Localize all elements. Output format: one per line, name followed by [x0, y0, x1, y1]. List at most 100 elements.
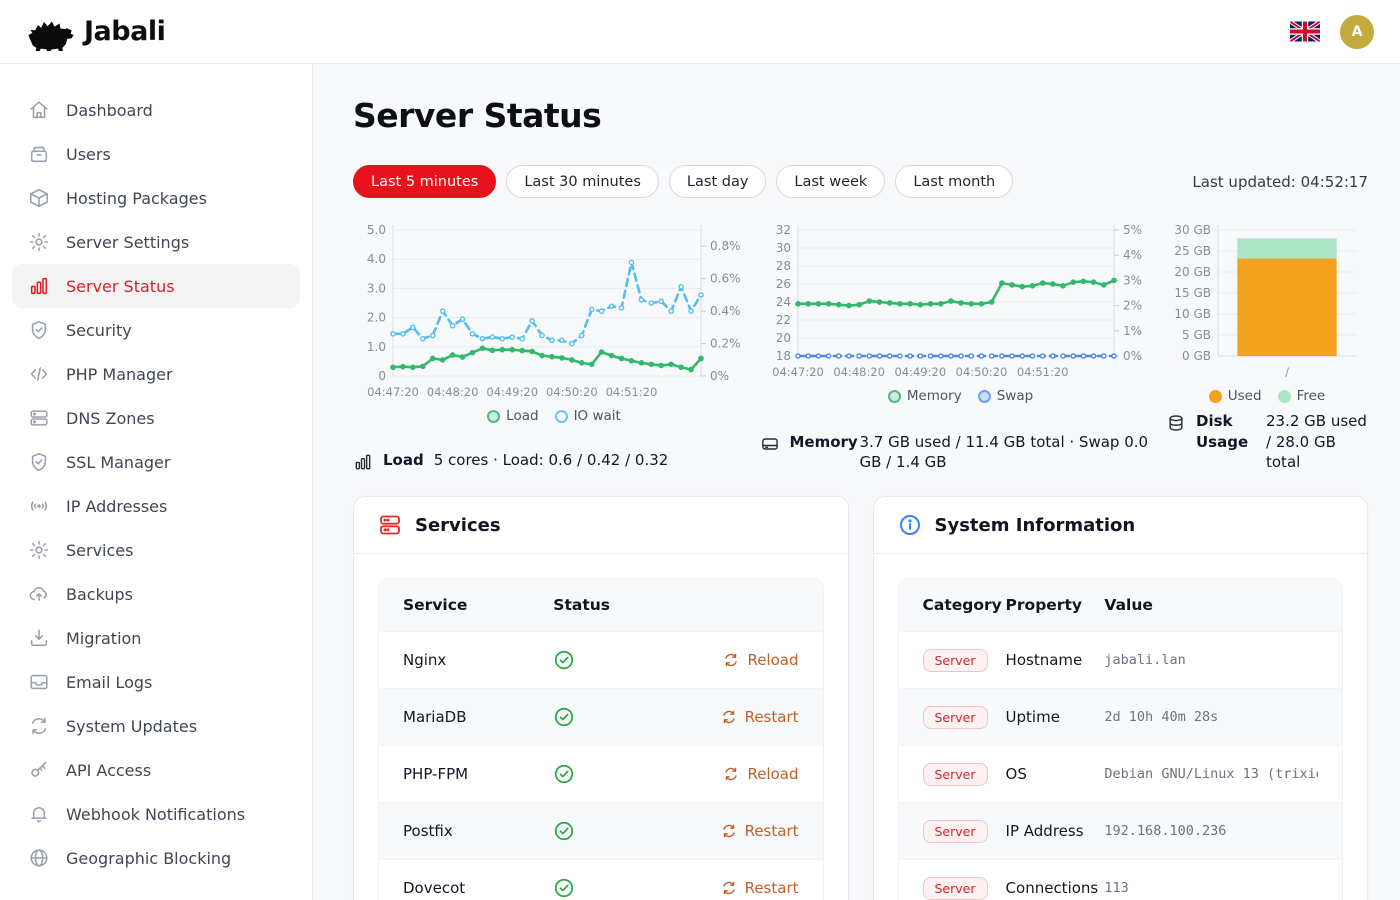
time-filter-last-day[interactable]: Last day — [669, 165, 766, 198]
svg-text:04:49:20: 04:49:20 — [894, 365, 946, 379]
sidebar-item-dashboard[interactable]: Dashboard — [12, 88, 300, 132]
sidebar-item-ssl-manager[interactable]: SSL Manager — [12, 440, 300, 484]
stat-label: Disk Usage — [1196, 411, 1256, 452]
time-filter-last-5-minutes[interactable]: Last 5 minutes — [353, 165, 496, 198]
sidebar-item-backups[interactable]: Backups — [12, 572, 300, 616]
language-flag-uk[interactable] — [1290, 21, 1320, 42]
sidebar-item-dns-zones[interactable]: DNS Zones — [12, 396, 300, 440]
sysinfo-value: 2d 10h 40m 28s — [1104, 709, 1318, 725]
load-icon — [353, 452, 373, 472]
status-ok-icon — [553, 877, 575, 899]
svg-text:04:47:20: 04:47:20 — [367, 385, 419, 399]
sidebar-item-ip-addresses[interactable]: IP Addresses — [12, 484, 300, 528]
sidebar-item-migration[interactable]: Migration — [12, 616, 300, 660]
sidebar-item-security[interactable]: Security — [12, 308, 300, 352]
svg-text:3%: 3% — [1123, 273, 1142, 287]
svg-text:30 GB: 30 GB — [1174, 223, 1211, 237]
shield-check-icon — [28, 319, 50, 341]
gear-icon — [28, 539, 50, 561]
reload-php-fpm-button[interactable]: Reload — [723, 765, 798, 783]
category-badge: Server — [923, 877, 988, 900]
memory-icon — [760, 434, 780, 454]
restart-postfix-button[interactable]: Restart — [721, 822, 799, 840]
sidebar-item-services[interactable]: Services — [12, 528, 300, 572]
download-icon — [28, 627, 50, 649]
svg-text:20: 20 — [775, 331, 790, 345]
service-action-label: Restart — [745, 879, 799, 897]
sidebar-item-server-settings[interactable]: Server Settings — [12, 220, 300, 264]
boar-logo-icon — [26, 13, 74, 51]
sidebar-item-server-status[interactable]: Server Status — [12, 264, 300, 308]
bar-chart-icon — [28, 275, 50, 297]
legend-io-wait: IO wait — [555, 408, 621, 424]
svg-text:32: 32 — [775, 223, 790, 237]
refresh-icon — [723, 766, 739, 782]
shield-check-icon — [28, 451, 50, 473]
sidebar-item-label: Geographic Blocking — [66, 849, 231, 868]
legend-used: Used — [1209, 388, 1262, 404]
time-filter-last-month[interactable]: Last month — [895, 165, 1013, 198]
sidebar-item-label: IP Addresses — [66, 497, 167, 516]
svg-text:0.2%: 0.2% — [710, 337, 741, 351]
sidebar-item-api-access[interactable]: API Access — [12, 748, 300, 792]
svg-text:30: 30 — [775, 241, 790, 255]
sidebar: Dashboard Users Hosting Packages Server … — [0, 64, 313, 900]
main-content: Server Status Last 5 minutes Last 30 min… — [313, 64, 1400, 900]
sysinfo-row: Server Hostname jabali.lan — [899, 631, 1343, 688]
sidebar-item-label: Security — [66, 321, 132, 340]
sidebar-item-webhook-notifications[interactable]: Webhook Notifications — [12, 792, 300, 836]
memory-stat: Memory3.7 GB used / 11.4 GB total · Swap… — [760, 432, 1162, 473]
svg-text:15 GB: 15 GB — [1174, 286, 1211, 300]
time-filter-last-30-minutes[interactable]: Last 30 minutes — [506, 165, 659, 198]
category-badge: Server — [923, 763, 988, 786]
globe-icon — [28, 847, 50, 869]
sidebar-item-users[interactable]: Users — [12, 132, 300, 176]
restart-mariadb-button[interactable]: Restart — [721, 708, 799, 726]
reload-nginx-button[interactable]: Reload — [723, 651, 798, 669]
service-name: PHP-FPM — [403, 765, 553, 783]
sysinfo-value: Debian GNU/Linux 13 (trixie) — [1104, 766, 1318, 782]
service-action-label: Reload — [747, 765, 798, 783]
svg-text:5 GB: 5 GB — [1182, 328, 1211, 342]
sidebar-item-system-updates[interactable]: System Updates — [12, 704, 300, 748]
status-ok-icon — [553, 763, 575, 785]
sidebar-item-email-logs[interactable]: Email Logs — [12, 660, 300, 704]
refresh-icon — [723, 652, 739, 668]
code-icon — [28, 363, 50, 385]
sidebar-item-label: System Updates — [66, 717, 197, 736]
services-icon — [378, 513, 402, 537]
service-action-label: Restart — [745, 708, 799, 726]
top-header: Jabali A — [0, 0, 1400, 64]
user-avatar[interactable]: A — [1340, 15, 1374, 49]
sidebar-item-hosting-packages[interactable]: Hosting Packages — [12, 176, 300, 220]
package-icon — [28, 187, 50, 209]
time-range-filters: Last 5 minutes Last 30 minutes Last day … — [353, 165, 1368, 198]
sidebar-item-label: Services — [66, 541, 133, 560]
sysinfo-property: Uptime — [1006, 708, 1105, 726]
time-filter-last-week[interactable]: Last week — [776, 165, 885, 198]
sidebar-item-php-manager[interactable]: PHP Manager — [12, 352, 300, 396]
disk-usage-chart: 0 GB5 GB10 GB15 GB20 GB25 GB30 GB/ — [1166, 218, 1368, 386]
svg-text:04:50:20: 04:50:20 — [955, 365, 1007, 379]
restart-dovecot-button[interactable]: Restart — [721, 879, 799, 897]
service-row: Postfix Restart — [379, 802, 823, 859]
svg-text:2.0: 2.0 — [367, 311, 386, 325]
sysinfo-property: Connections — [1006, 879, 1105, 897]
svg-text:1%: 1% — [1123, 324, 1142, 338]
signal-icon — [28, 495, 50, 517]
stat-value: 23.2 GB used / 28.0 GB total — [1266, 411, 1368, 472]
key-icon — [28, 759, 50, 781]
stat-label: Load — [383, 450, 424, 470]
brand-name: Jabali — [84, 16, 165, 47]
sidebar-item-label: Backups — [66, 585, 133, 604]
service-row: Dovecot Restart — [379, 859, 823, 900]
legend-load: Load — [487, 408, 538, 424]
svg-text:3.0: 3.0 — [367, 281, 386, 295]
sysinfo-row: Server IP Address 192.168.100.236 — [899, 802, 1343, 859]
svg-text:0.6%: 0.6% — [710, 272, 741, 286]
sidebar-item-geographic-blocking[interactable]: Geographic Blocking — [12, 836, 300, 880]
gear-icon — [28, 231, 50, 253]
svg-text:20 GB: 20 GB — [1174, 265, 1211, 279]
svg-text:0.8%: 0.8% — [710, 239, 741, 253]
services-card: Services Service Status Nginx — [353, 496, 849, 900]
